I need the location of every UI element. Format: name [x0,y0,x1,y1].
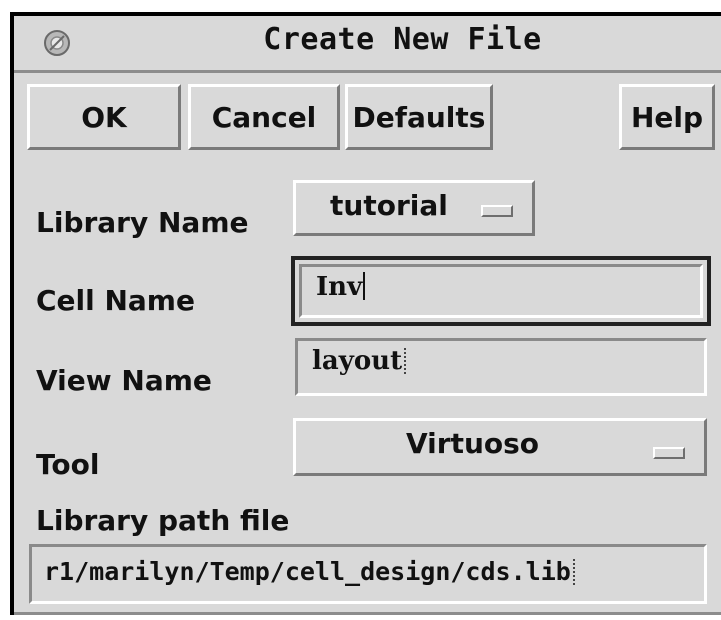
window-bottom-edge [14,612,721,615]
tool-option-menu[interactable]: Virtuoso [293,418,707,476]
library-path-label: Library path file [36,504,290,537]
tool-value: Virtuoso [406,427,540,460]
tool-label: Tool [36,448,100,481]
view-name-value: layout [312,346,409,376]
cell-name-label: Cell Name [36,284,195,317]
ok-button[interactable]: OK [27,84,181,150]
library-path-value: r1/marilyn/Temp/cell_design/cds.lib [44,557,578,586]
inactive-text-cursor [572,559,578,585]
cell-name-input[interactable]: Inv [299,264,703,318]
inactive-text-cursor [404,348,409,374]
defaults-button[interactable]: Defaults [345,84,493,150]
title-bar[interactable]: Create New File [14,16,721,73]
option-menu-indicator-icon [653,447,685,459]
view-name-input[interactable]: layout [295,338,707,396]
cell-name-value: Inv [316,272,366,302]
screen-background: Create New File OK Cancel Defaults Help … [0,0,721,620]
library-name-value: tutorial [330,189,448,222]
library-path-input[interactable]: r1/marilyn/Temp/cell_design/cds.lib [29,544,707,604]
dialog-title: Create New File [263,22,542,57]
create-new-file-dialog: Create New File OK Cancel Defaults Help … [14,16,721,612]
cell-name-focus-ring: Inv [291,256,711,326]
cancel-button[interactable]: Cancel [188,84,340,150]
help-button[interactable]: Help [619,84,715,150]
text-cursor [363,272,366,300]
option-menu-indicator-icon [481,205,513,217]
library-name-label: Library Name [36,206,249,239]
library-name-option-menu[interactable]: tutorial [293,180,535,236]
view-name-label: View Name [36,364,212,397]
